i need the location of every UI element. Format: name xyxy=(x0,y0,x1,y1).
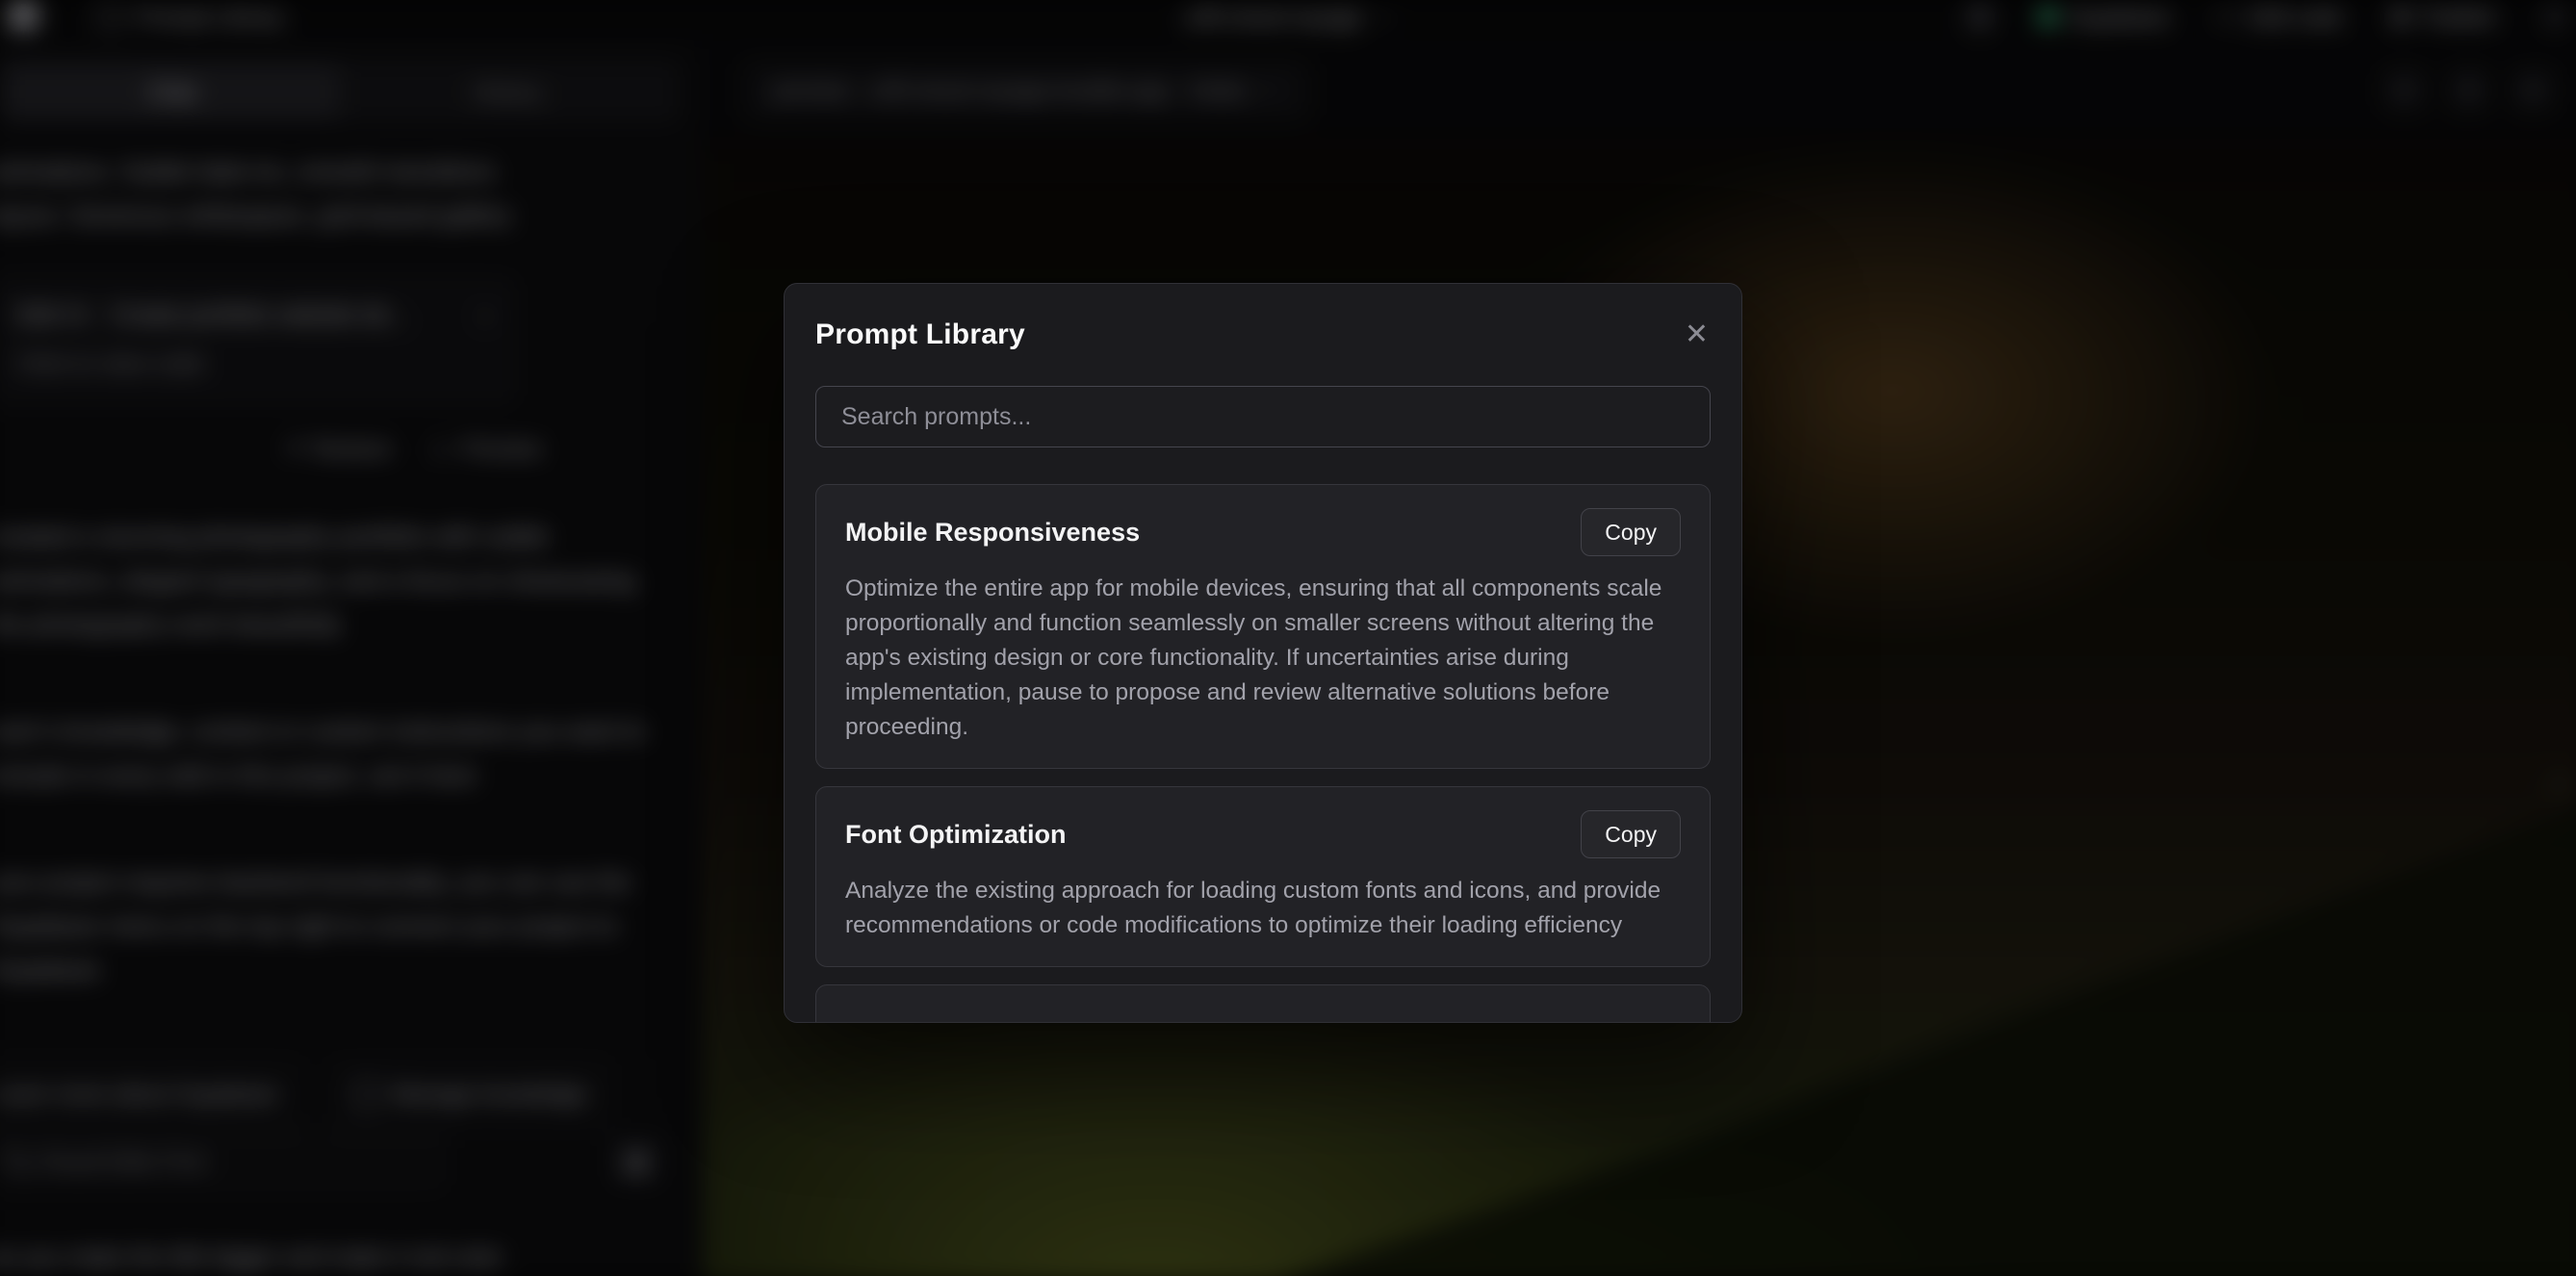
copy-button[interactable]: Copy xyxy=(1581,810,1681,858)
prompt-card-partial xyxy=(815,984,1711,1023)
prompt-card: Mobile Responsiveness Copy Optimize the … xyxy=(815,484,1711,769)
close-icon[interactable]: ✕ xyxy=(1683,319,1711,351)
prompt-body: Analyze the existing approach for loadin… xyxy=(845,874,1681,943)
prompt-list: Mobile Responsiveness Copy Optimize the … xyxy=(815,484,1711,1023)
prompt-card: Font Optimization Copy Analyze the exist… xyxy=(815,786,1711,967)
app-root: Prompt Library urfit-cloud-voyage Supaba… xyxy=(0,0,2576,1276)
copy-button[interactable]: Copy xyxy=(1581,508,1681,556)
search-input[interactable] xyxy=(815,386,1711,447)
prompt-library-modal: Prompt Library ✕ Mobile Responsiveness C… xyxy=(784,283,1742,1023)
prompt-body: Optimize the entire app for mobile devic… xyxy=(845,572,1681,745)
modal-header: Prompt Library ✕ xyxy=(815,313,1711,357)
prompt-title: Font Optimization xyxy=(845,820,1066,850)
prompt-title: Mobile Responsiveness xyxy=(845,518,1140,548)
modal-title: Prompt Library xyxy=(815,319,1025,351)
